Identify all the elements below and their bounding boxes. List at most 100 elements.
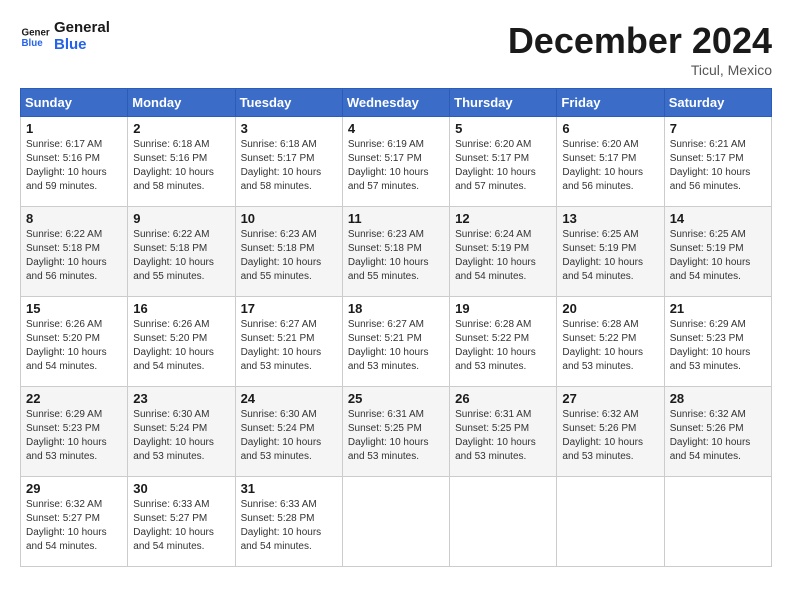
calendar-day-cell: 24 Sunrise: 6:30 AM Sunset: 5:24 PM Dayli…	[235, 387, 342, 477]
calendar-day-cell: 11 Sunrise: 6:23 AM Sunset: 5:18 PM Dayli…	[342, 207, 449, 297]
day-number: 29	[26, 481, 122, 496]
calendar-day-cell: 15 Sunrise: 6:26 AM Sunset: 5:20 PM Dayli…	[21, 297, 128, 387]
day-info: Sunrise: 6:23 AM Sunset: 5:18 PM Dayligh…	[348, 228, 444, 284]
page-header: General Blue General Blue December 2024 …	[20, 20, 772, 78]
day-number: 9	[133, 211, 229, 226]
calendar-day-cell	[557, 477, 664, 567]
calendar-day-cell: 3 Sunrise: 6:18 AM Sunset: 5:17 PM Daylig…	[235, 117, 342, 207]
day-number: 16	[133, 301, 229, 316]
logo-text-general: General	[54, 20, 110, 37]
calendar-day-cell: 4 Sunrise: 6:19 AM Sunset: 5:17 PM Daylig…	[342, 117, 449, 207]
month-title: December 2024	[508, 20, 772, 62]
calendar-day-cell: 14Sunrise: 6:25 AM Sunset: 5:19 PM Dayli…	[664, 207, 771, 297]
day-info: Sunrise: 6:29 AM Sunset: 5:23 PM Dayligh…	[26, 408, 122, 464]
day-info: Sunrise: 6:17 AM Sunset: 5:16 PM Dayligh…	[26, 138, 122, 194]
svg-text:General: General	[22, 27, 51, 38]
calendar-day-cell: 16 Sunrise: 6:26 AM Sunset: 5:20 PM Dayli…	[128, 297, 235, 387]
calendar-day-cell: 21Sunrise: 6:29 AM Sunset: 5:23 PM Dayli…	[664, 297, 771, 387]
calendar-day-cell: 25 Sunrise: 6:31 AM Sunset: 5:25 PM Dayli…	[342, 387, 449, 477]
day-number: 22	[26, 391, 122, 406]
calendar-day-cell: 22 Sunrise: 6:29 AM Sunset: 5:23 PM Dayli…	[21, 387, 128, 477]
day-of-week-header: Sunday	[21, 89, 128, 117]
day-number: 15	[26, 301, 122, 316]
calendar-week-row: 15 Sunrise: 6:26 AM Sunset: 5:20 PM Dayli…	[21, 297, 772, 387]
day-number: 11	[348, 211, 444, 226]
day-info: Sunrise: 6:20 AM Sunset: 5:17 PM Dayligh…	[562, 138, 658, 194]
day-number: 8	[26, 211, 122, 226]
day-info: Sunrise: 6:28 AM Sunset: 5:22 PM Dayligh…	[562, 318, 658, 374]
day-number: 31	[241, 481, 337, 496]
day-of-week-header: Monday	[128, 89, 235, 117]
day-info: Sunrise: 6:23 AM Sunset: 5:18 PM Dayligh…	[241, 228, 337, 284]
calendar-day-cell: 10 Sunrise: 6:23 AM Sunset: 5:18 PM Dayli…	[235, 207, 342, 297]
logo-icon: General Blue	[20, 22, 50, 52]
calendar-day-cell: 17Sunrise: 6:27 AM Sunset: 5:21 PM Dayli…	[235, 297, 342, 387]
day-info: Sunrise: 6:27 AM Sunset: 5:21 PM Dayligh…	[348, 318, 444, 374]
calendar-week-row: 1Sunrise: 6:17 AM Sunset: 5:16 PM Daylig…	[21, 117, 772, 207]
day-info: Sunrise: 6:31 AM Sunset: 5:25 PM Dayligh…	[348, 408, 444, 464]
day-info: Sunrise: 6:33 AM Sunset: 5:28 PM Dayligh…	[241, 498, 337, 554]
calendar-day-cell: 13Sunrise: 6:25 AM Sunset: 5:19 PM Dayli…	[557, 207, 664, 297]
day-info: Sunrise: 6:31 AM Sunset: 5:25 PM Dayligh…	[455, 408, 551, 464]
calendar-day-cell: 30 Sunrise: 6:33 AM Sunset: 5:27 PM Dayli…	[128, 477, 235, 567]
day-number: 7	[670, 121, 766, 136]
day-info: Sunrise: 6:33 AM Sunset: 5:27 PM Dayligh…	[133, 498, 229, 554]
calendar-day-cell: 2 Sunrise: 6:18 AM Sunset: 5:16 PM Daylig…	[128, 117, 235, 207]
calendar-week-row: 22 Sunrise: 6:29 AM Sunset: 5:23 PM Dayli…	[21, 387, 772, 477]
day-number: 27	[562, 391, 658, 406]
calendar-day-cell: 19 Sunrise: 6:28 AM Sunset: 5:22 PM Dayli…	[450, 297, 557, 387]
calendar-day-cell: 28 Sunrise: 6:32 AM Sunset: 5:26 PM Dayli…	[664, 387, 771, 477]
day-of-week-header: Wednesday	[342, 89, 449, 117]
day-info: Sunrise: 6:20 AM Sunset: 5:17 PM Dayligh…	[455, 138, 551, 194]
svg-text:Blue: Blue	[22, 38, 44, 49]
day-number: 25	[348, 391, 444, 406]
day-number: 3	[241, 121, 337, 136]
day-info: Sunrise: 6:18 AM Sunset: 5:16 PM Dayligh…	[133, 138, 229, 194]
day-number: 2	[133, 121, 229, 136]
calendar-day-cell: 29Sunrise: 6:32 AM Sunset: 5:27 PM Dayli…	[21, 477, 128, 567]
day-info: Sunrise: 6:26 AM Sunset: 5:20 PM Dayligh…	[133, 318, 229, 374]
location: Ticul, Mexico	[508, 62, 772, 78]
day-info: Sunrise: 6:19 AM Sunset: 5:17 PM Dayligh…	[348, 138, 444, 194]
calendar-header-row: SundayMondayTuesdayWednesdayThursdayFrid…	[21, 89, 772, 117]
day-of-week-header: Tuesday	[235, 89, 342, 117]
logo: General Blue General Blue	[20, 20, 110, 53]
day-of-week-header: Saturday	[664, 89, 771, 117]
day-number: 18	[348, 301, 444, 316]
day-of-week-header: Friday	[557, 89, 664, 117]
calendar-day-cell	[342, 477, 449, 567]
calendar-day-cell: 31 Sunrise: 6:33 AM Sunset: 5:28 PM Dayli…	[235, 477, 342, 567]
day-number: 10	[241, 211, 337, 226]
day-number: 26	[455, 391, 551, 406]
calendar-day-cell: 26 Sunrise: 6:31 AM Sunset: 5:25 PM Dayli…	[450, 387, 557, 477]
calendar-day-cell: 5Sunrise: 6:20 AM Sunset: 5:17 PM Daylig…	[450, 117, 557, 207]
calendar-day-cell	[450, 477, 557, 567]
day-info: Sunrise: 6:28 AM Sunset: 5:22 PM Dayligh…	[455, 318, 551, 374]
day-number: 21	[670, 301, 766, 316]
calendar-day-cell: 6Sunrise: 6:20 AM Sunset: 5:17 PM Daylig…	[557, 117, 664, 207]
calendar-week-row: 29Sunrise: 6:32 AM Sunset: 5:27 PM Dayli…	[21, 477, 772, 567]
day-info: Sunrise: 6:32 AM Sunset: 5:26 PM Dayligh…	[562, 408, 658, 464]
day-number: 4	[348, 121, 444, 136]
day-info: Sunrise: 6:22 AM Sunset: 5:18 PM Dayligh…	[26, 228, 122, 284]
day-number: 19	[455, 301, 551, 316]
day-number: 30	[133, 481, 229, 496]
calendar-day-cell: 23Sunrise: 6:30 AM Sunset: 5:24 PM Dayli…	[128, 387, 235, 477]
day-info: Sunrise: 6:18 AM Sunset: 5:17 PM Dayligh…	[241, 138, 337, 194]
day-info: Sunrise: 6:27 AM Sunset: 5:21 PM Dayligh…	[241, 318, 337, 374]
calendar-day-cell: 20 Sunrise: 6:28 AM Sunset: 5:22 PM Dayli…	[557, 297, 664, 387]
calendar-day-cell: 12Sunrise: 6:24 AM Sunset: 5:19 PM Dayli…	[450, 207, 557, 297]
day-number: 24	[241, 391, 337, 406]
day-number: 23	[133, 391, 229, 406]
day-info: Sunrise: 6:22 AM Sunset: 5:18 PM Dayligh…	[133, 228, 229, 284]
calendar-day-cell: 1Sunrise: 6:17 AM Sunset: 5:16 PM Daylig…	[21, 117, 128, 207]
day-info: Sunrise: 6:30 AM Sunset: 5:24 PM Dayligh…	[241, 408, 337, 464]
day-number: 20	[562, 301, 658, 316]
day-info: Sunrise: 6:26 AM Sunset: 5:20 PM Dayligh…	[26, 318, 122, 374]
day-number: 28	[670, 391, 766, 406]
calendar-table: SundayMondayTuesdayWednesdayThursdayFrid…	[20, 88, 772, 567]
calendar-week-row: 8 Sunrise: 6:22 AM Sunset: 5:18 PM Daylig…	[21, 207, 772, 297]
day-info: Sunrise: 6:25 AM Sunset: 5:19 PM Dayligh…	[670, 228, 766, 284]
day-info: Sunrise: 6:32 AM Sunset: 5:26 PM Dayligh…	[670, 408, 766, 464]
day-number: 13	[562, 211, 658, 226]
